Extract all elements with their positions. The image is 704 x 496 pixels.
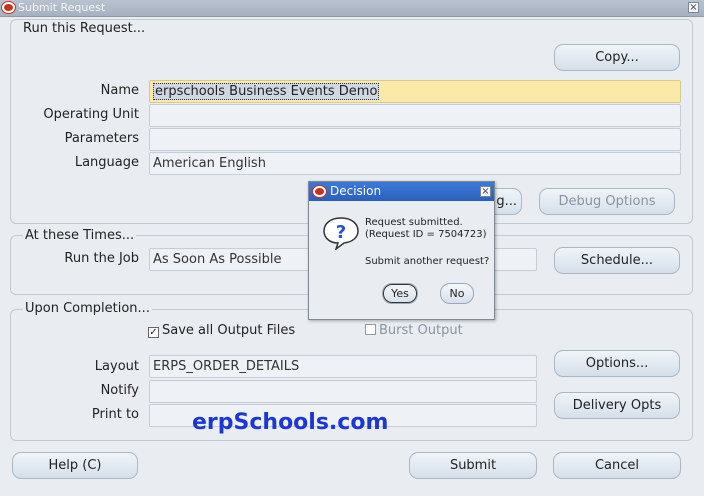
dialog-message-line2: (Request ID = 7504723) <box>365 229 487 240</box>
notify-field[interactable] <box>149 380 537 403</box>
dialog-close-icon[interactable]: × <box>480 186 491 197</box>
dialog-message-line1: Request submitted. <box>365 217 463 228</box>
completion-title: Upon Completion... <box>23 301 152 316</box>
layout-field[interactable]: ERPS_ORDER_DETAILS <box>149 355 537 378</box>
dialog-message-line3: Submit another request? <box>365 256 490 267</box>
layout-label: Layout <box>94 359 139 374</box>
parameters-label: Parameters <box>64 131 139 146</box>
operating-unit-label: Operating Unit <box>43 107 139 122</box>
svg-text:?: ? <box>336 222 346 243</box>
run-job-label: Run the Job <box>64 251 139 266</box>
operating-unit-field[interactable] <box>149 104 681 127</box>
submit-button[interactable]: Submit <box>409 452 537 479</box>
window-title: Submit Request <box>18 1 106 14</box>
times-title: At these Times... <box>23 228 137 243</box>
copy-button[interactable]: Copy... <box>554 44 680 71</box>
language-label: Language <box>74 155 139 170</box>
notify-label: Notify <box>100 383 139 398</box>
close-icon[interactable]: × <box>688 2 699 13</box>
run-request-title: Run this Request... <box>23 21 146 36</box>
schedule-button[interactable]: Schedule... <box>554 247 680 274</box>
dialog-titlebar: Decision × <box>309 182 494 201</box>
name-field[interactable]: erpschools Business Events Demo <box>149 80 681 103</box>
question-icon: ? <box>323 217 359 250</box>
help-button[interactable]: Help (C) <box>12 452 138 479</box>
burst-output-label: Burst Output <box>379 323 463 338</box>
burst-output-checkbox[interactable]: Burst Output <box>365 323 463 339</box>
language-field[interactable]: American English <box>149 152 681 175</box>
name-label: Name <box>100 83 139 98</box>
oracle-logo-icon <box>313 186 326 197</box>
debug-options-button[interactable]: Debug Options <box>539 188 675 215</box>
checkbox-checked-icon: ✓ <box>148 327 159 338</box>
dialog-title: Decision <box>330 184 382 198</box>
decision-dialog: Decision × ? Request submitted. (Request… <box>308 181 495 320</box>
cancel-button[interactable]: Cancel <box>553 452 681 479</box>
no-button[interactable]: No <box>440 283 474 304</box>
save-output-label: Save all Output Files <box>162 323 296 338</box>
checkbox-unchecked-icon <box>365 324 376 335</box>
print-to-label: Print to <box>91 407 139 422</box>
watermark-text: erpSchools.com <box>192 410 389 435</box>
options-button[interactable]: Options... <box>554 350 680 377</box>
yes-button[interactable]: Yes <box>382 283 418 304</box>
window-titlebar: Submit Request × <box>0 0 704 17</box>
oracle-logo-icon <box>2 2 15 13</box>
save-output-checkbox[interactable]: ✓ Save all Output Files <box>148 323 295 339</box>
parameters-field[interactable] <box>149 128 681 151</box>
name-value: erpschools Business Events Demo <box>153 83 380 100</box>
delivery-opts-button[interactable]: Delivery Opts <box>554 392 680 419</box>
